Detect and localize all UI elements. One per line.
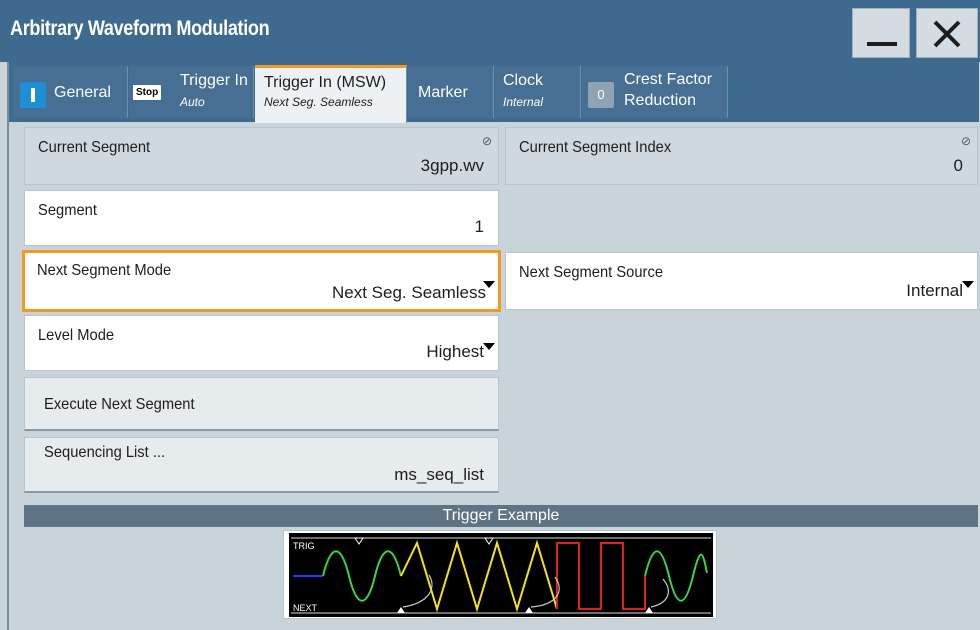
trigger-example-graphic: TRIG NEXT bbox=[289, 533, 713, 617]
tab-label: Crest Factor bbox=[624, 71, 713, 88]
next-label: NEXT bbox=[293, 603, 318, 613]
read-only-icon: ⊘ bbox=[960, 134, 971, 148]
tab-label: General bbox=[54, 84, 111, 101]
minimize-icon bbox=[867, 42, 897, 46]
button-label: Execute Next Segment bbox=[44, 396, 195, 413]
tab-label: Trigger In (MSW) bbox=[264, 74, 387, 91]
read-only-icon: ⊘ bbox=[481, 134, 492, 148]
next-segment-source-select[interactable]: Next Segment Source Internal bbox=[505, 252, 978, 310]
tab-label: Clock bbox=[503, 72, 544, 89]
close-icon bbox=[933, 20, 961, 48]
tab-crest-factor-reduction[interactable]: 0 Crest Factor Reduction bbox=[582, 66, 728, 118]
trigger-example-header: Trigger Example bbox=[24, 505, 978, 527]
button-label: Sequencing List ... bbox=[44, 444, 166, 461]
field-label: Next Segment Mode bbox=[37, 262, 172, 279]
field-value: 0 bbox=[953, 156, 963, 175]
trigger-example-diagram: TRIG NEXT bbox=[283, 530, 717, 619]
minimize-button[interactable] bbox=[852, 8, 910, 58]
tab-general[interactable]: General bbox=[14, 66, 128, 118]
tab-sublabel: Internal bbox=[503, 95, 544, 109]
chevron-down-icon bbox=[483, 281, 495, 288]
field-value: Internal bbox=[906, 281, 963, 300]
stop-badge: Stop bbox=[133, 85, 162, 100]
next-segment-mode-select[interactable]: Next Segment Mode Next Seg. Seamless bbox=[22, 250, 501, 312]
tab-marker[interactable]: Marker bbox=[408, 66, 494, 118]
current-segment-field: Current Segment ⊘ 3gpp.wv bbox=[24, 127, 499, 185]
window-title: Arbitrary Waveform Modulation bbox=[10, 17, 270, 40]
level-mode-select[interactable]: Level Mode Highest bbox=[24, 315, 499, 371]
tab-clock[interactable]: Clock Internal bbox=[495, 66, 581, 118]
close-button[interactable] bbox=[916, 8, 978, 58]
field-label: Current Segment bbox=[38, 139, 151, 156]
field-label: Level Mode bbox=[38, 327, 115, 344]
left-border bbox=[7, 62, 9, 630]
tab-trigger-in-msw[interactable]: Trigger In (MSW) Next Seg. Seamless bbox=[255, 65, 407, 123]
field-label: Next Segment Source bbox=[519, 264, 664, 281]
off-indicator-icon: 0 bbox=[588, 82, 614, 108]
tab-sublabel: Next Seg. Seamless bbox=[264, 95, 373, 109]
sequencing-list-button[interactable]: Sequencing List ... ms_seq_list bbox=[24, 437, 499, 493]
field-label: Current Segment Index bbox=[519, 139, 672, 156]
tab-trigger-in[interactable]: Stop Trigger In Auto bbox=[129, 66, 254, 118]
current-segment-index-field: Current Segment Index ⊘ 0 bbox=[505, 127, 978, 185]
button-value: ms_seq_list bbox=[394, 465, 484, 484]
tab-label: Trigger In bbox=[180, 72, 248, 89]
field-label: Segment bbox=[38, 202, 97, 219]
tab-label: Marker bbox=[418, 84, 468, 101]
chevron-down-icon bbox=[483, 343, 495, 350]
execute-next-segment-button[interactable]: Execute Next Segment bbox=[24, 377, 499, 431]
on-indicator-icon bbox=[20, 82, 46, 108]
title-bar: Arbitrary Waveform Modulation bbox=[0, 0, 980, 62]
tab-sublabel: Auto bbox=[180, 95, 205, 109]
tab-strip: General Stop Trigger In Auto Trigger In … bbox=[9, 62, 979, 123]
field-value: Highest bbox=[426, 342, 484, 361]
chevron-down-icon bbox=[962, 281, 974, 288]
tab-label-line2: Reduction bbox=[624, 92, 697, 109]
field-value: Next Seg. Seamless bbox=[331, 283, 486, 302]
field-value: 1 bbox=[474, 217, 484, 236]
field-value: 3gpp.wv bbox=[420, 156, 484, 175]
trig-label: TRIG bbox=[293, 541, 315, 551]
segment-field[interactable]: Segment 1 bbox=[24, 190, 499, 246]
